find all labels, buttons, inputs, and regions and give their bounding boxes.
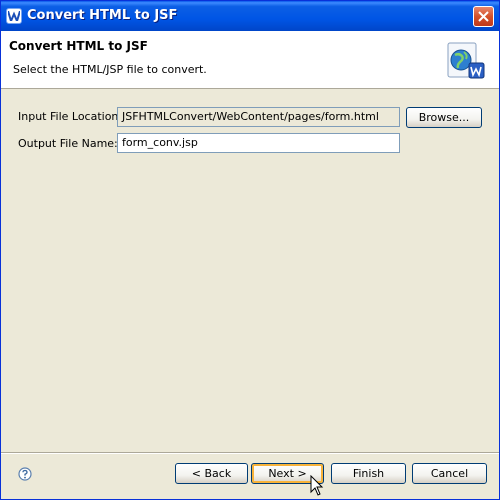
close-icon [478,11,489,22]
input-file-location-label: Input File Location: [18,110,123,123]
dialog-window: Convert HTML to JSF Convert HTML to JSF … [0,0,500,500]
app-w-icon [6,8,22,24]
output-file-name-field[interactable]: form_conv.jsp [117,133,400,153]
mouse-pointer-icon [310,475,324,496]
page-description: Select the HTML/JSP file to convert. [13,63,207,76]
output-file-name-label: Output File Name: [18,137,118,150]
globe-document-icon [447,42,485,79]
close-button[interactable] [473,6,494,27]
help-icon[interactable] [18,467,32,481]
window-title: Convert HTML to JSF [27,8,178,23]
title-bar[interactable]: Convert HTML to JSF [1,1,499,31]
finish-button[interactable]: Finish [331,463,406,484]
wizard-header: Convert HTML to JSF Select the HTML/JSP … [1,31,499,89]
input-file-location-field[interactable]: JSFHTMLConvert/WebContent/pages/form.htm… [117,107,400,127]
browse-button[interactable]: Browse... [406,107,482,128]
footer-separator [1,452,499,454]
cancel-button[interactable]: Cancel [412,463,487,484]
back-button[interactable]: < Back [175,463,248,484]
page-title: Convert HTML to JSF [9,39,148,53]
form-area: Input File Location: JSFHTMLConvert/WebC… [1,89,499,452]
